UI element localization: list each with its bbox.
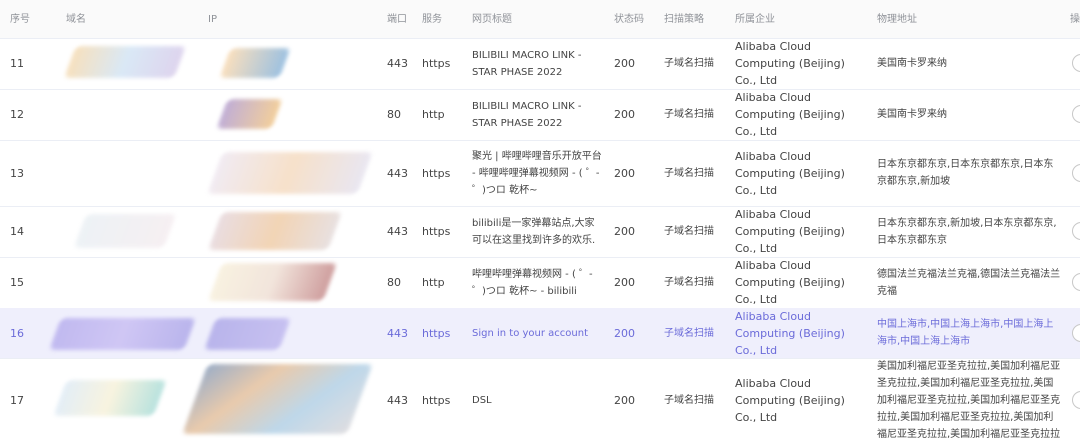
row-service: http [422,108,445,121]
row-status: 200 [614,166,635,180]
col-header-domain: 域名 [66,13,86,25]
row-service: http [422,276,445,289]
row-company: Alibaba Cloud Computing (Beijing) Co., L… [735,149,845,197]
row-no: 14 [10,225,24,238]
row-no: 12 [10,108,24,121]
col-header-status: 状态码 [614,13,644,25]
row-title[interactable]: bilibili是一家弹幕站点,大家可以在这里找到许多的欢乐. [472,206,608,257]
row-title[interactable]: BILIBILI MACRO LINK - STAR PHASE 2022 [472,89,608,140]
redacted-domain [49,318,196,350]
row-location: 中国上海市,中国上海上海市,中国上海上海市,中国上海上海市 [877,319,1054,347]
row-title[interactable]: 聚光 | 哔哩哔哩音乐开放平台 - 哔哩哔哩弹幕视频网 - ( ゜- ゜)つロ … [472,140,608,206]
row-status: 200 [614,225,635,238]
row-strategy: 子域名扫描 [664,167,714,179]
row-port: 443 [387,225,408,238]
row-action-toggle[interactable] [1072,54,1080,72]
row-company: Alibaba Cloud Computing (Beijing) Co., L… [735,309,845,357]
row-title[interactable]: Sign in to your account [472,308,608,358]
col-header-location: 物理地址 [877,13,917,25]
table-row: 12 80 http BILIBILI MACRO LINK - STAR PH… [0,89,1080,141]
row-company: Alibaba Cloud Computing (Beijing) Co., L… [735,208,845,255]
table-row: 15 80 http 哔哩哔哩弹幕视频网 - ( ゜- ゜)つロ 乾杯~ - b… [0,257,1080,309]
row-port: 80 [387,108,401,121]
row-action-toggle[interactable] [1072,391,1080,409]
row-company: Alibaba Cloud Computing (Beijing) Co., L… [735,376,845,424]
row-title[interactable]: 哔哩哔哩弹幕视频网 - ( ゜- ゜)つロ 乾杯~ - bilibili [472,257,608,308]
col-header-company: 所属企业 [735,13,775,25]
row-location: 美国加利福尼亚圣克拉拉,美国加利福尼亚圣克拉拉,美国加利福尼亚圣克拉拉,美国加利… [877,360,1061,440]
row-company: Alibaba Cloud Computing (Beijing) Co., L… [735,40,845,87]
row-title[interactable]: DSL [472,358,608,442]
table-row: 17 443 https DSL 200 子域名扫描 Alibaba Cloud… [0,358,1080,442]
row-port: 443 [387,326,408,340]
redacted-ip [182,364,373,434]
row-company: Alibaba Cloud Computing (Beijing) Co., L… [735,91,845,138]
row-location: 日本东京都东京,新加坡,日本东京都东京,日本东京都东京 [877,217,1057,246]
row-service: https [422,393,451,407]
col-header-strategy: 扫描策略 [664,13,704,25]
row-location: 美国南卡罗来纳 [877,109,947,120]
row-status: 200 [614,108,635,121]
row-strategy: 子域名扫描 [664,327,714,339]
col-header-no: 序号 [10,13,30,25]
row-port: 443 [387,393,408,407]
row-status: 200 [614,57,635,70]
row-action-toggle[interactable] [1072,324,1080,342]
row-strategy: 子域名扫描 [664,394,714,406]
row-no: 15 [10,276,24,289]
redacted-domain [64,46,186,78]
row-service: https [422,225,451,238]
row-no: 13 [10,166,24,180]
asset-table: 序号 域名 IP 端口 服务 网页标题 状态码 扫描策略 所属企业 物理地址 操… [0,0,1080,442]
row-location: 日本东京都东京,日本东京都东京,日本东京都东京,新加坡 [877,159,1054,187]
row-action-toggle[interactable] [1072,222,1080,240]
row-service: https [422,166,451,180]
col-header-ip: IP [208,13,217,25]
col-header-title: 网页标题 [472,13,512,25]
redacted-ip [207,152,373,194]
table-row: 13 443 https 聚光 | 哔哩哔哩音乐开放平台 - 哔哩哔哩弹幕视频网… [0,140,1080,207]
row-action-toggle[interactable] [1072,164,1080,182]
redacted-ip [204,318,291,350]
row-strategy: 子域名扫描 [664,226,714,237]
row-service: https [422,326,451,340]
table-row: 11 443 https BILIBILI MACRO LINK - STAR … [0,38,1080,90]
row-location: 美国南卡罗来纳 [877,58,947,69]
row-strategy: 子域名扫描 [664,277,714,288]
col-header-actions: 操 [1070,13,1080,25]
row-port: 443 [387,57,408,70]
row-strategy: 子域名扫描 [664,58,714,69]
redacted-ip [219,48,291,78]
row-action-toggle[interactable] [1072,105,1080,123]
row-no: 11 [10,57,24,70]
redacted-domain [53,380,167,416]
redacted-domain [73,214,177,248]
row-status: 200 [614,393,635,407]
redacted-ip [208,263,337,301]
row-company: Alibaba Cloud Computing (Beijing) Co., L… [735,259,845,306]
row-action-toggle[interactable] [1072,273,1080,291]
row-no: 17 [10,393,24,407]
col-header-port: 端口 [387,13,407,25]
col-header-service: 服务 [422,13,442,25]
row-status: 200 [614,276,635,289]
table-row-selected[interactable]: 16 443 https Sign in to your account 200… [0,308,1080,359]
row-location: 德国法兰克福法兰克福,德国法兰克福法兰克福 [877,268,1061,297]
table-row: 14 443 https bilibili是一家弹幕站点,大家可以在这里找到许多… [0,206,1080,258]
row-no: 16 [10,326,24,340]
row-status: 200 [614,326,635,340]
row-port: 443 [387,166,408,180]
redacted-ip [208,212,342,250]
row-service: https [422,57,451,70]
row-title[interactable]: BILIBILI MACRO LINK - STAR PHASE 2022 [472,38,608,89]
table-header: 序号 域名 IP 端口 服务 网页标题 状态码 扫描策略 所属企业 物理地址 操 [0,0,1080,39]
row-strategy: 子域名扫描 [664,109,714,120]
row-port: 80 [387,276,401,289]
redacted-ip [216,99,283,129]
